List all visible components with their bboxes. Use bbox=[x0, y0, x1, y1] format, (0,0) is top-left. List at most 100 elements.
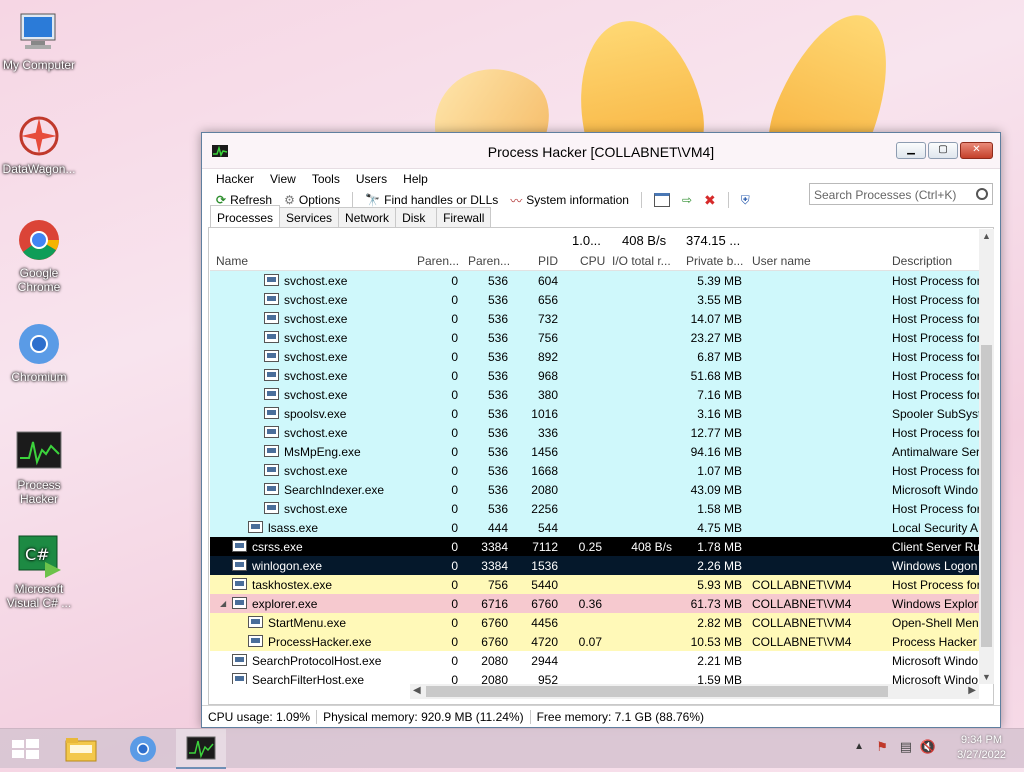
desktop-icon-datawagon[interactable]: DataWagon... bbox=[0, 112, 78, 176]
process-user: COLLABNET\VM4 bbox=[752, 635, 852, 649]
elevate-button[interactable]: ⛨ bbox=[737, 193, 754, 208]
column-header-name[interactable]: Name bbox=[216, 254, 248, 268]
minimize-button[interactable]: ▁ bbox=[896, 142, 926, 159]
process-description: Host Process for bbox=[892, 350, 979, 364]
cpu-total: 1.0... bbox=[572, 233, 601, 248]
tab-firewall[interactable]: Firewall bbox=[436, 207, 492, 228]
desktop-icon-my-computer[interactable]: My Computer bbox=[0, 8, 78, 72]
options-button[interactable]: ⚙ Options bbox=[280, 193, 344, 207]
scroll-down-arrow-icon[interactable]: ▼ bbox=[982, 672, 991, 682]
taskbar-chromium[interactable] bbox=[118, 729, 168, 769]
process-icon bbox=[264, 407, 279, 419]
process-row[interactable]: svchost.exe 0 536 732 14.07 MB Host Process f… bbox=[210, 309, 979, 328]
process-row[interactable]: SearchProtocolHost.exe 0 2080 2944 2.21 MB Mi… bbox=[210, 651, 979, 670]
process-name: ProcessHacker.exe bbox=[268, 635, 372, 649]
maximize-button[interactable]: ▢ bbox=[928, 142, 958, 159]
process-name: SearchFilterHost.exe bbox=[252, 673, 365, 684]
process-row[interactable]: svchost.exe 0 536 756 23.27 MB Host Process f… bbox=[210, 328, 979, 347]
process-row[interactable]: csrss.exe 0 3384 7112 0.25 408 B/s 1.78 MB Clie… bbox=[210, 537, 979, 556]
process-row[interactable]: SearchFilterHost.exe 0 2080 952 1.59 MB Micro… bbox=[210, 670, 979, 684]
status-cpu-usage: CPU usage: 1.09% bbox=[202, 709, 318, 724]
tab-network[interactable]: Network bbox=[338, 207, 397, 228]
terminate-button[interactable]: ✖ bbox=[700, 192, 720, 209]
title-bar[interactable]: Process Hacker [COLLABNET\VM4] ▁ ▢ ✕ bbox=[202, 133, 1000, 169]
process-pid: 604 bbox=[537, 274, 558, 288]
show-hidden-icons-chevron-icon[interactable]: ▲ bbox=[854, 741, 864, 752]
window-toggle-button[interactable] bbox=[650, 193, 674, 207]
process-name: svchost.exe bbox=[284, 331, 348, 345]
horizontal-scrollbar[interactable]: ◀ ▶ bbox=[410, 684, 979, 699]
column-header-io[interactable]: I/O total r... bbox=[612, 254, 671, 268]
column-header-parent1[interactable]: Paren... bbox=[417, 254, 459, 268]
volume-muted-icon[interactable]: 🔇 bbox=[920, 739, 936, 755]
find-handles-button[interactable]: 🔭 Find handles or DLLs bbox=[361, 193, 502, 207]
graph-icon: 〰 bbox=[510, 193, 523, 208]
taskbar-clock[interactable]: 9:34 PM 3/27/2022 bbox=[957, 733, 1006, 763]
desktop-icon-google-chrome[interactable]: Google Chrome bbox=[0, 216, 78, 294]
menu-users[interactable]: Users bbox=[348, 172, 395, 186]
tab-disk[interactable]: Disk bbox=[395, 207, 438, 228]
process-row[interactable]: svchost.exe 0 536 2256 1.58 MB Host Process f… bbox=[210, 499, 979, 518]
column-header-user[interactable]: User name bbox=[752, 254, 811, 268]
column-header-description[interactable]: Description bbox=[892, 254, 952, 268]
taskbar-file-explorer[interactable] bbox=[56, 729, 106, 769]
desktop-icon-process-hacker[interactable]: Process Hacker bbox=[0, 428, 78, 506]
column-header-cpu[interactable]: CPU bbox=[580, 254, 605, 268]
scroll-up-arrow-icon[interactable]: ▲ bbox=[982, 231, 991, 241]
close-button[interactable]: ✕ bbox=[960, 142, 993, 159]
process-row[interactable]: winlogon.exe 0 3384 1536 2.26 MB Windows Logo… bbox=[210, 556, 979, 575]
process-row[interactable]: svchost.exe 0 536 656 3.55 MB Host Process fo… bbox=[210, 290, 979, 309]
process-row[interactable]: lsass.exe 0 444 544 4.75 MB Local Security A bbox=[210, 518, 979, 537]
process-name: explorer.exe bbox=[252, 597, 318, 611]
chromium-icon bbox=[15, 320, 63, 368]
process-pid: 4456 bbox=[531, 616, 558, 630]
action-center-icon[interactable]: ⚑ bbox=[876, 739, 888, 755]
process-row[interactable]: StartMenu.exe 0 6760 4456 2.82 MB COLLABNET\V… bbox=[210, 613, 979, 632]
process-row[interactable]: taskhostex.exe 0 756 5440 5.93 MB COLLABNET\V… bbox=[210, 575, 979, 594]
process-row[interactable]: svchost.exe 0 536 380 7.16 MB Host Process fo… bbox=[210, 385, 979, 404]
properties-button[interactable]: ⇨ bbox=[678, 193, 696, 207]
process-icon bbox=[232, 540, 247, 552]
tab-processes[interactable]: Processes bbox=[210, 205, 281, 227]
process-row[interactable]: svchost.exe 0 536 604 5.39 MB Host Process fo… bbox=[210, 271, 979, 290]
process-row[interactable]: MsMpEng.exe 0 536 1456 94.16 MB Antimalware S… bbox=[210, 442, 979, 461]
menu-view[interactable]: View bbox=[262, 172, 304, 186]
process-pid: 1536 bbox=[531, 559, 558, 573]
desktop-icon-chromium[interactable]: Chromium bbox=[0, 320, 78, 384]
process-name: svchost.exe bbox=[284, 350, 348, 364]
column-header-parent2[interactable]: Paren... bbox=[468, 254, 510, 268]
process-row[interactable]: svchost.exe 0 536 968 51.68 MB Host Process f… bbox=[210, 366, 979, 385]
process-row[interactable]: SearchIndexer.exe 0 536 2080 43.09 MB Microso… bbox=[210, 480, 979, 499]
scroll-left-arrow-icon[interactable]: ◀ bbox=[413, 685, 421, 696]
column-headers: Name Paren... Paren... PID CPU I/O total… bbox=[210, 251, 979, 271]
process-row[interactable]: ProcessHacker.exe 0 6760 4720 0.07 10.53 MB CO… bbox=[210, 632, 979, 651]
desktop-icon-visual-csharp[interactable]: C# Microsoft Visual C# ... bbox=[0, 532, 78, 610]
column-header-private[interactable]: Private b... bbox=[686, 254, 743, 268]
vertical-scrollbar[interactable]: ▲ ▼ bbox=[979, 229, 994, 684]
horizontal-scroll-thumb[interactable] bbox=[426, 686, 888, 697]
process-row[interactable]: spoolsv.exe 0 536 1016 3.16 MB Spooler SubSys… bbox=[210, 404, 979, 423]
menu-tools[interactable]: Tools bbox=[304, 172, 348, 186]
menu-hacker[interactable]: Hacker bbox=[208, 172, 262, 186]
system-information-button[interactable]: 〰 System information bbox=[506, 192, 633, 209]
process-name: MsMpEng.exe bbox=[284, 445, 361, 459]
scroll-right-arrow-icon[interactable]: ▶ bbox=[968, 685, 976, 696]
process-private-bytes: 3.55 MB bbox=[697, 293, 742, 307]
process-pid: 2944 bbox=[531, 654, 558, 668]
tab-services[interactable]: Services bbox=[279, 207, 340, 228]
process-row[interactable]: svchost.exe 0 536 1668 1.07 MB Host Process f… bbox=[210, 461, 979, 480]
taskbar-process-hacker[interactable] bbox=[176, 729, 226, 769]
process-row[interactable]: ◢ explorer.exe 0 6716 6760 0.36 61.73 MB COLLAB… bbox=[210, 594, 979, 613]
menu-help[interactable]: Help bbox=[395, 172, 436, 186]
process-row[interactable]: svchost.exe 0 536 336 12.77 MB Host Process f… bbox=[210, 423, 979, 442]
column-header-pid[interactable]: PID bbox=[538, 254, 558, 268]
network-icon[interactable]: ▤ bbox=[900, 739, 912, 755]
folder-icon bbox=[65, 738, 97, 762]
search-processes-input[interactable]: Search Processes (Ctrl+K) bbox=[809, 183, 993, 205]
process-description: Host Process for bbox=[892, 464, 979, 478]
vertical-scroll-thumb[interactable] bbox=[981, 345, 992, 647]
process-row[interactable]: svchost.exe 0 536 892 6.87 MB Host Process fo… bbox=[210, 347, 979, 366]
process-name: svchost.exe bbox=[284, 464, 348, 478]
start-button[interactable] bbox=[0, 729, 50, 769]
tree-expander-icon[interactable]: ◢ bbox=[220, 599, 226, 608]
